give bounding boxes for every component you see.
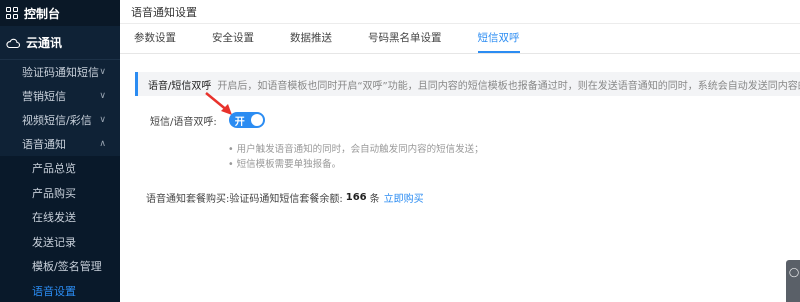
- chevron-down-icon: ∨: [99, 91, 106, 101]
- floating-help-button[interactable]: ◯: [786, 260, 800, 302]
- tab-data-push[interactable]: 数据推送: [290, 30, 332, 53]
- sidebar-item-video-sms[interactable]: 视频短信/彩信 ∨: [0, 108, 120, 132]
- sidebar-subitem-send-records[interactable]: 发送记录: [0, 230, 120, 255]
- tip-item: 用户触发语音通知的同时，会自动触发同内容的短信发送；: [228, 142, 484, 157]
- sidebar-item-verification-sms[interactable]: 验证码通知短信 ∨: [0, 60, 120, 84]
- chevron-down-icon: ∨: [99, 115, 106, 125]
- chat-icon: ◯: [789, 268, 800, 278]
- sidebar-submenu: 产品总览 产品购买 在线发送 发送记录 模板/签名管理 语音设置: [0, 156, 120, 302]
- section-label: 云通讯: [26, 36, 63, 50]
- notice-title: 语音/短信双呼: [148, 80, 212, 92]
- cloud-icon: [6, 38, 20, 48]
- tab-bar: 参数设置 安全设置 数据推送 号码黑名单设置 短信双呼: [120, 24, 800, 54]
- sidebar-subitem-voice-settings[interactable]: 语音设置: [0, 279, 120, 302]
- balance-value: 166: [345, 192, 367, 203]
- package-label: 语音通知套餐购买:: [146, 194, 230, 205]
- sidebar-subitem-templates[interactable]: 模板/签名管理: [0, 254, 120, 279]
- tab-sms-dual-call[interactable]: 短信双呼: [477, 30, 520, 53]
- buy-now-link[interactable]: 立即购买: [384, 190, 424, 205]
- tips-list: 用户触发语音通知的同时，会自动触发同内容的短信发送； 短信模板需要单独报备。: [228, 142, 484, 172]
- balance-unit: 条: [369, 194, 380, 205]
- balance-label: 验证码通知短信套餐余额:: [229, 194, 343, 205]
- sidebar: 控制台 云通讯 验证码通知短信 ∨ 营销短信 ∨ 视频短信/彩信 ∨ 语音通知 …: [0, 0, 120, 302]
- chevron-down-icon: ∨: [99, 67, 106, 77]
- sidebar-subitem-purchase[interactable]: 产品购买: [0, 181, 120, 206]
- package-row: 语音通知套餐购买: 验证码通知短信套餐余额: 166 条 立即购买: [146, 190, 424, 205]
- app-root: 控制台 云通讯 验证码通知短信 ∨ 营销短信 ∨ 视频短信/彩信 ∨ 语音通知 …: [0, 0, 800, 302]
- chevron-up-icon: ∧: [99, 139, 106, 149]
- sidebar-item-voice-notification[interactable]: 语音通知 ∧: [0, 132, 120, 156]
- sidebar-subitem-overview[interactable]: 产品总览: [0, 156, 120, 181]
- notice-text: 开启后，如语音模板也同时开启“双呼”功能，且同内容的短信模板也报备通过时，则在发…: [217, 80, 800, 92]
- dual-call-toggle[interactable]: 开: [228, 112, 265, 128]
- sidebar-subitem-online-send[interactable]: 在线发送: [0, 205, 120, 230]
- toggle-state: 开: [234, 116, 245, 128]
- sidebar-section-cloud-comm[interactable]: 云通讯: [0, 26, 120, 60]
- tab-security[interactable]: 安全设置: [212, 30, 254, 53]
- toggle-knob: [250, 114, 263, 126]
- tip-item: 短信模板需要单独报备。: [228, 157, 484, 172]
- console-link[interactable]: 控制台: [0, 0, 120, 26]
- tab-parameters[interactable]: 参数设置: [134, 30, 176, 53]
- dual-call-setting: 短信/语音双呼: 开: [150, 112, 265, 128]
- toggle-label: 短信/语音双呼:: [150, 116, 217, 128]
- sidebar-item-marketing-sms[interactable]: 营销短信 ∨: [0, 84, 120, 108]
- info-notice: 语音/短信双呼 开启后，如语音模板也同时开启“双呼”功能，且同内容的短信模板也报…: [135, 72, 800, 96]
- console-label: 控制台: [24, 6, 61, 21]
- page-title: 语音通知设置: [120, 0, 800, 24]
- main-content: 语音通知设置 参数设置 安全设置 数据推送 号码黑名单设置 短信双呼 语音/短信…: [120, 0, 800, 302]
- grid-icon: [6, 7, 18, 19]
- tab-blacklist[interactable]: 号码黑名单设置: [368, 30, 442, 53]
